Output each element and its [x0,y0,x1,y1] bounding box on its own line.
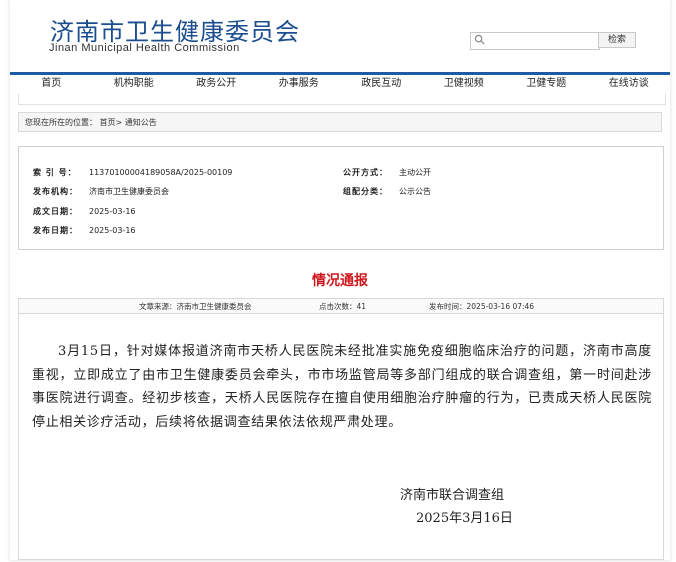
nav-item-topics[interactable]: 卫健专题 [505,75,588,93]
nav-item-interview[interactable]: 在线访谈 [588,75,671,93]
meta-org-label: 发布机构： [33,187,78,196]
meta-category: 组配分类： 公示公告 [343,186,431,197]
meta-publish-mode-label: 公开方式： [343,168,388,177]
metadata-table: 索 引 号： 11370100004189058A/2025-00109 公开方式… [18,146,664,250]
article-body: 3月15日，针对媒体报道济南市天桥人民医院未经批准实施免疫细胞临床治疗的问题，济… [32,344,652,430]
site-header: 济南市卫生健康委员会 Jinan Municipal Health Commis… [10,0,670,72]
nav-item-functions[interactable]: 机构职能 [93,75,176,93]
search-button[interactable]: 检索 [598,32,636,48]
meta-published-value: 2025-03-16 [89,226,136,235]
main-nav: 首页 机构职能 政务公开 办事服务 政民互动 卫健视频 卫健专题 在线访谈 [10,75,670,93]
meta-publish-mode-value: 主动公开 [399,168,431,177]
meta-index-label: 索 引 号： [33,168,77,177]
nav-item-services[interactable]: 办事服务 [258,75,341,93]
nav-item-home[interactable]: 首页 [10,75,93,93]
meta-index: 索 引 号： 11370100004189058A/2025-00109 [33,167,232,178]
meta-index-value: 11370100004189058A/2025-00109 [89,168,233,177]
meta-publish-mode: 公开方式： 主动公开 [343,167,431,178]
nav-item-gov-info[interactable]: 政务公开 [175,75,258,93]
search-input[interactable] [470,32,600,50]
meta-category-label: 组配分类： [343,187,388,196]
breadcrumb[interactable]: 您现在所在的位置： 首页> 通知公告 [18,112,662,132]
meta-created-value: 2025-03-16 [89,207,136,216]
meta-created-label: 成文日期： [33,207,78,216]
page: 济南市卫生健康委员会 Jinan Municipal Health Commis… [10,0,670,560]
meta-published: 发布日期： 2025-03-16 [33,225,136,236]
nav-item-interaction[interactable]: 政民互动 [340,75,423,93]
meta-org: 发布机构： 济南市卫生健康委员会 [33,186,169,197]
meta-created: 成文日期： 2025-03-16 [33,206,136,217]
meta-published-label: 发布日期： [33,226,78,235]
signature-date: 2025年3月16日 [416,511,513,526]
site-subtitle: Jinan Municipal Health Commission [49,42,240,54]
meta-org-value: 济南市卫生健康委员会 [89,187,169,196]
article-title: 情况通报 [312,273,368,289]
meta-category-value: 公示公告 [399,187,431,196]
nav-bottom-strip [18,94,666,105]
search-icon [474,34,485,45]
nav-item-video[interactable]: 卫健视频 [423,75,506,93]
signature-org: 济南市联合调查组 [400,488,505,503]
article-info-bar: 文章来源：济南市卫生健康委员会 点击次数：41 发布时间：2025-03-16 … [18,298,664,314]
article-signature: 济南市联合调查组 2025年3月16日 [400,484,513,530]
